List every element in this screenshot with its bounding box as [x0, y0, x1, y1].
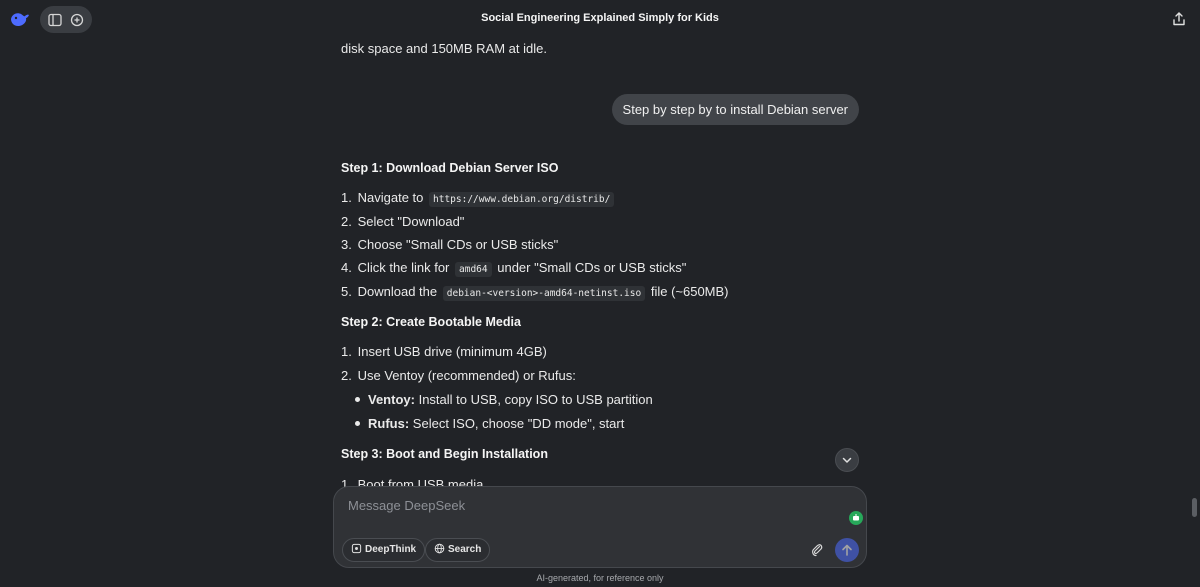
- globe-icon: [434, 543, 445, 554]
- message-composer: DeepThink Search: [333, 486, 867, 568]
- bullet-item: Ventoy: Install to USB, copy ISO to USB …: [355, 392, 653, 407]
- send-button[interactable]: [835, 538, 859, 562]
- ai-disclaimer: AI-generated, for reference only: [536, 573, 664, 583]
- inline-code: amd64: [455, 262, 492, 277]
- list-item: 2. Use Ventoy (recommended) or Rufus:: [341, 368, 576, 383]
- message-input[interactable]: [346, 497, 826, 514]
- list-item: 5. Download the debian-<version>-amd64-n…: [341, 284, 729, 301]
- extension-badge-icon[interactable]: [849, 511, 863, 525]
- list-item: 1. Insert USB drive (minimum 4GB): [341, 344, 547, 359]
- atom-icon: [351, 543, 362, 553]
- scroll-to-bottom-button[interactable]: [835, 448, 859, 472]
- conversation-area: disk space and 150MB RAM at idle. Step b…: [341, 0, 861, 495]
- share-icon[interactable]: [1172, 11, 1186, 27]
- bullet-item: Rufus: Select ISO, choose "DD mode", sta…: [355, 416, 624, 431]
- list-item: 2. Select "Download": [341, 214, 465, 229]
- user-message-bubble: Step by step by to install Debian server: [611, 94, 859, 125]
- assistant-previous-text: disk space and 150MB RAM at idle.: [341, 41, 547, 56]
- arrow-up-icon: [842, 544, 852, 556]
- step3-heading: Step 3: Boot and Begin Installation: [341, 447, 548, 461]
- paperclip-icon[interactable]: [810, 542, 824, 558]
- inline-code: https://www.debian.org/distrib/: [429, 192, 615, 207]
- inline-code: debian-<version>-amd64-netinst.iso: [442, 286, 646, 301]
- search-toggle-button[interactable]: Search: [425, 538, 491, 562]
- step2-heading: Step 2: Create Bootable Media: [341, 315, 521, 329]
- list-item: 4. Click the link for amd64 under "Small…: [341, 260, 687, 277]
- deepthink-toggle-button[interactable]: DeepThink: [342, 538, 426, 562]
- list-item: 1. Navigate to https://www.debian.org/di…: [341, 190, 616, 207]
- list-item: 3. Choose "Small CDs or USB sticks": [341, 237, 559, 252]
- chevron-down-icon: [842, 457, 852, 463]
- step1-heading: Step 1: Download Debian Server ISO: [341, 161, 559, 175]
- scrollbar-thumb[interactable]: [1192, 498, 1197, 517]
